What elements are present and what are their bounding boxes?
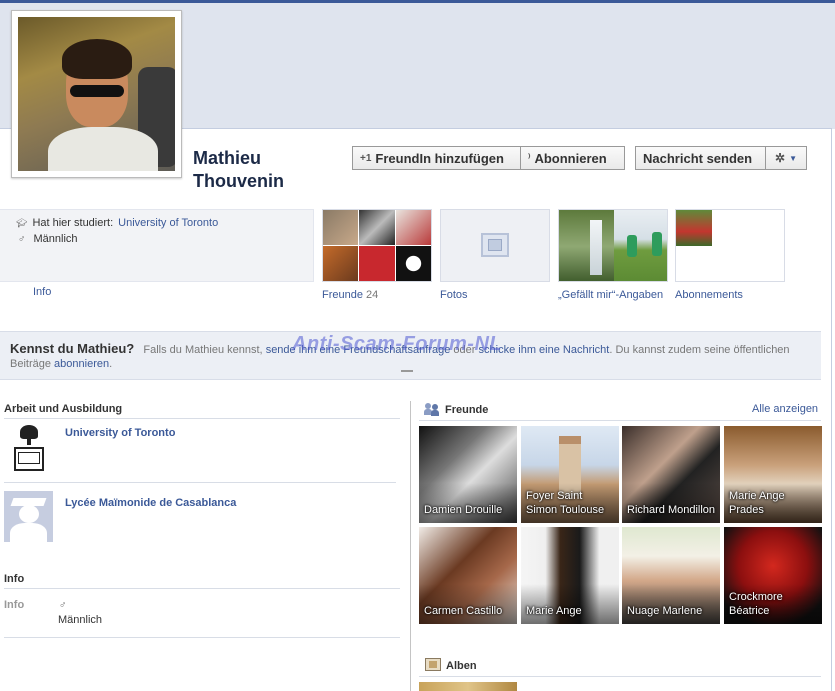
- friend-card[interactable]: Richard Mondillon: [622, 426, 720, 523]
- album-thumbnail[interactable]: [419, 682, 517, 691]
- settings-dropdown-button[interactable]: ✲ ▼: [765, 146, 807, 170]
- friends-tile[interactable]: [322, 209, 432, 282]
- friend-card[interactable]: Damien Drouille: [419, 426, 517, 523]
- friend-name: Damien Drouille: [424, 504, 503, 516]
- subscriptions-tile-label[interactable]: Abonnements: [675, 289, 743, 301]
- friends-heading: Freunde: [445, 404, 489, 416]
- friends-tile-label[interactable]: Freunde 24: [322, 289, 378, 301]
- studied-school-link[interactable]: University of Toronto: [118, 217, 218, 229]
- friend-card[interactable]: Carmen Castillo: [419, 527, 517, 624]
- collapse-handle[interactable]: [401, 370, 413, 372]
- see-all-friends-link[interactable]: Alle anzeigen: [752, 403, 818, 415]
- album-icon: [425, 658, 441, 671]
- gear-icon: ✲: [775, 151, 786, 165]
- profile-name-first: Mathieu: [193, 148, 262, 168]
- friend-name: Nuage Marlene: [627, 605, 703, 617]
- content-edge: [831, 128, 832, 691]
- school-casablanca-link[interactable]: Lycée Maïmonide de Casablanca: [65, 497, 236, 509]
- info-gender-value: Männlich: [58, 614, 103, 626]
- friend-card[interactable]: Foyer Saint Simon Toulouse: [521, 426, 619, 523]
- rss-icon: ⁾: [528, 152, 531, 164]
- work-education-heading: Arbeit und Ausbildung: [4, 403, 123, 415]
- profile-name: Mathieu Thouvenin: [193, 147, 323, 193]
- school-toronto-link[interactable]: University of Toronto: [65, 427, 175, 439]
- albums-heading: Alben: [446, 660, 477, 672]
- school-default-icon[interactable]: [4, 491, 53, 542]
- photos-tile[interactable]: [440, 209, 550, 282]
- friend-card[interactable]: Crockmore Béatrice: [724, 527, 822, 624]
- subscribe-button[interactable]: ⁾ Abonnieren: [520, 146, 625, 170]
- male-icon: ♂: [59, 600, 67, 611]
- friend-card[interactable]: Nuage Marlene: [622, 527, 720, 624]
- friends-tile-grid: [323, 210, 431, 281]
- male-icon: ♂: [18, 233, 26, 245]
- friend-name: Foyer Saint Simon Toulouse: [526, 490, 605, 516]
- subscribe-posts-link[interactable]: abonnieren: [54, 358, 109, 370]
- graduation-cap-icon: 🎓︎: [16, 217, 28, 228]
- add-friend-icon: +1: [360, 152, 372, 164]
- likes-tile-label[interactable]: „Gefällt mir“-Angaben: [558, 289, 663, 301]
- likes-tile[interactable]: [558, 209, 668, 282]
- know-him-title: Kennst du Mathieu?: [10, 341, 135, 356]
- send-message-button[interactable]: Nachricht senden: [635, 146, 766, 170]
- friend-name: Carmen Castillo: [424, 605, 503, 617]
- chevron-down-icon: ▼: [789, 153, 797, 163]
- friends-icon: [424, 403, 440, 416]
- studied-line: 🎓︎ Hat hier studiert: University of Toro…: [16, 217, 219, 229]
- friend-name: Richard Mondillon: [627, 504, 716, 516]
- photo-album-icon: [481, 233, 509, 257]
- profile-name-last: Thouvenin: [193, 171, 284, 191]
- friend-card[interactable]: Marie Ange: [521, 527, 619, 624]
- info-link[interactable]: Info: [33, 286, 51, 298]
- friend-name: Marie Ange: [526, 605, 582, 617]
- profile-photo: [18, 17, 175, 171]
- add-friend-button[interactable]: +1 FreundIn hinzufügen: [352, 146, 521, 170]
- info-summary-box: 🎓︎ Hat hier studiert: University of Toro…: [0, 209, 314, 282]
- watermark-text: Anti-Scam-Forum-NL: [292, 333, 503, 355]
- subscriptions-tile[interactable]: [675, 209, 785, 282]
- friend-name: Marie Ange Prades: [729, 490, 785, 516]
- friend-card[interactable]: Marie Ange Prades: [724, 426, 822, 523]
- info-row-label: Info: [4, 599, 25, 611]
- profile-picture[interactable]: [11, 10, 182, 178]
- school-toronto-logo[interactable]: [12, 425, 46, 473]
- info-section-heading: Info: [4, 573, 25, 585]
- friend-name: Crockmore Béatrice: [729, 591, 783, 617]
- gender-line: ♂ Männlich: [18, 233, 78, 245]
- photos-tile-label[interactable]: Fotos: [440, 289, 468, 301]
